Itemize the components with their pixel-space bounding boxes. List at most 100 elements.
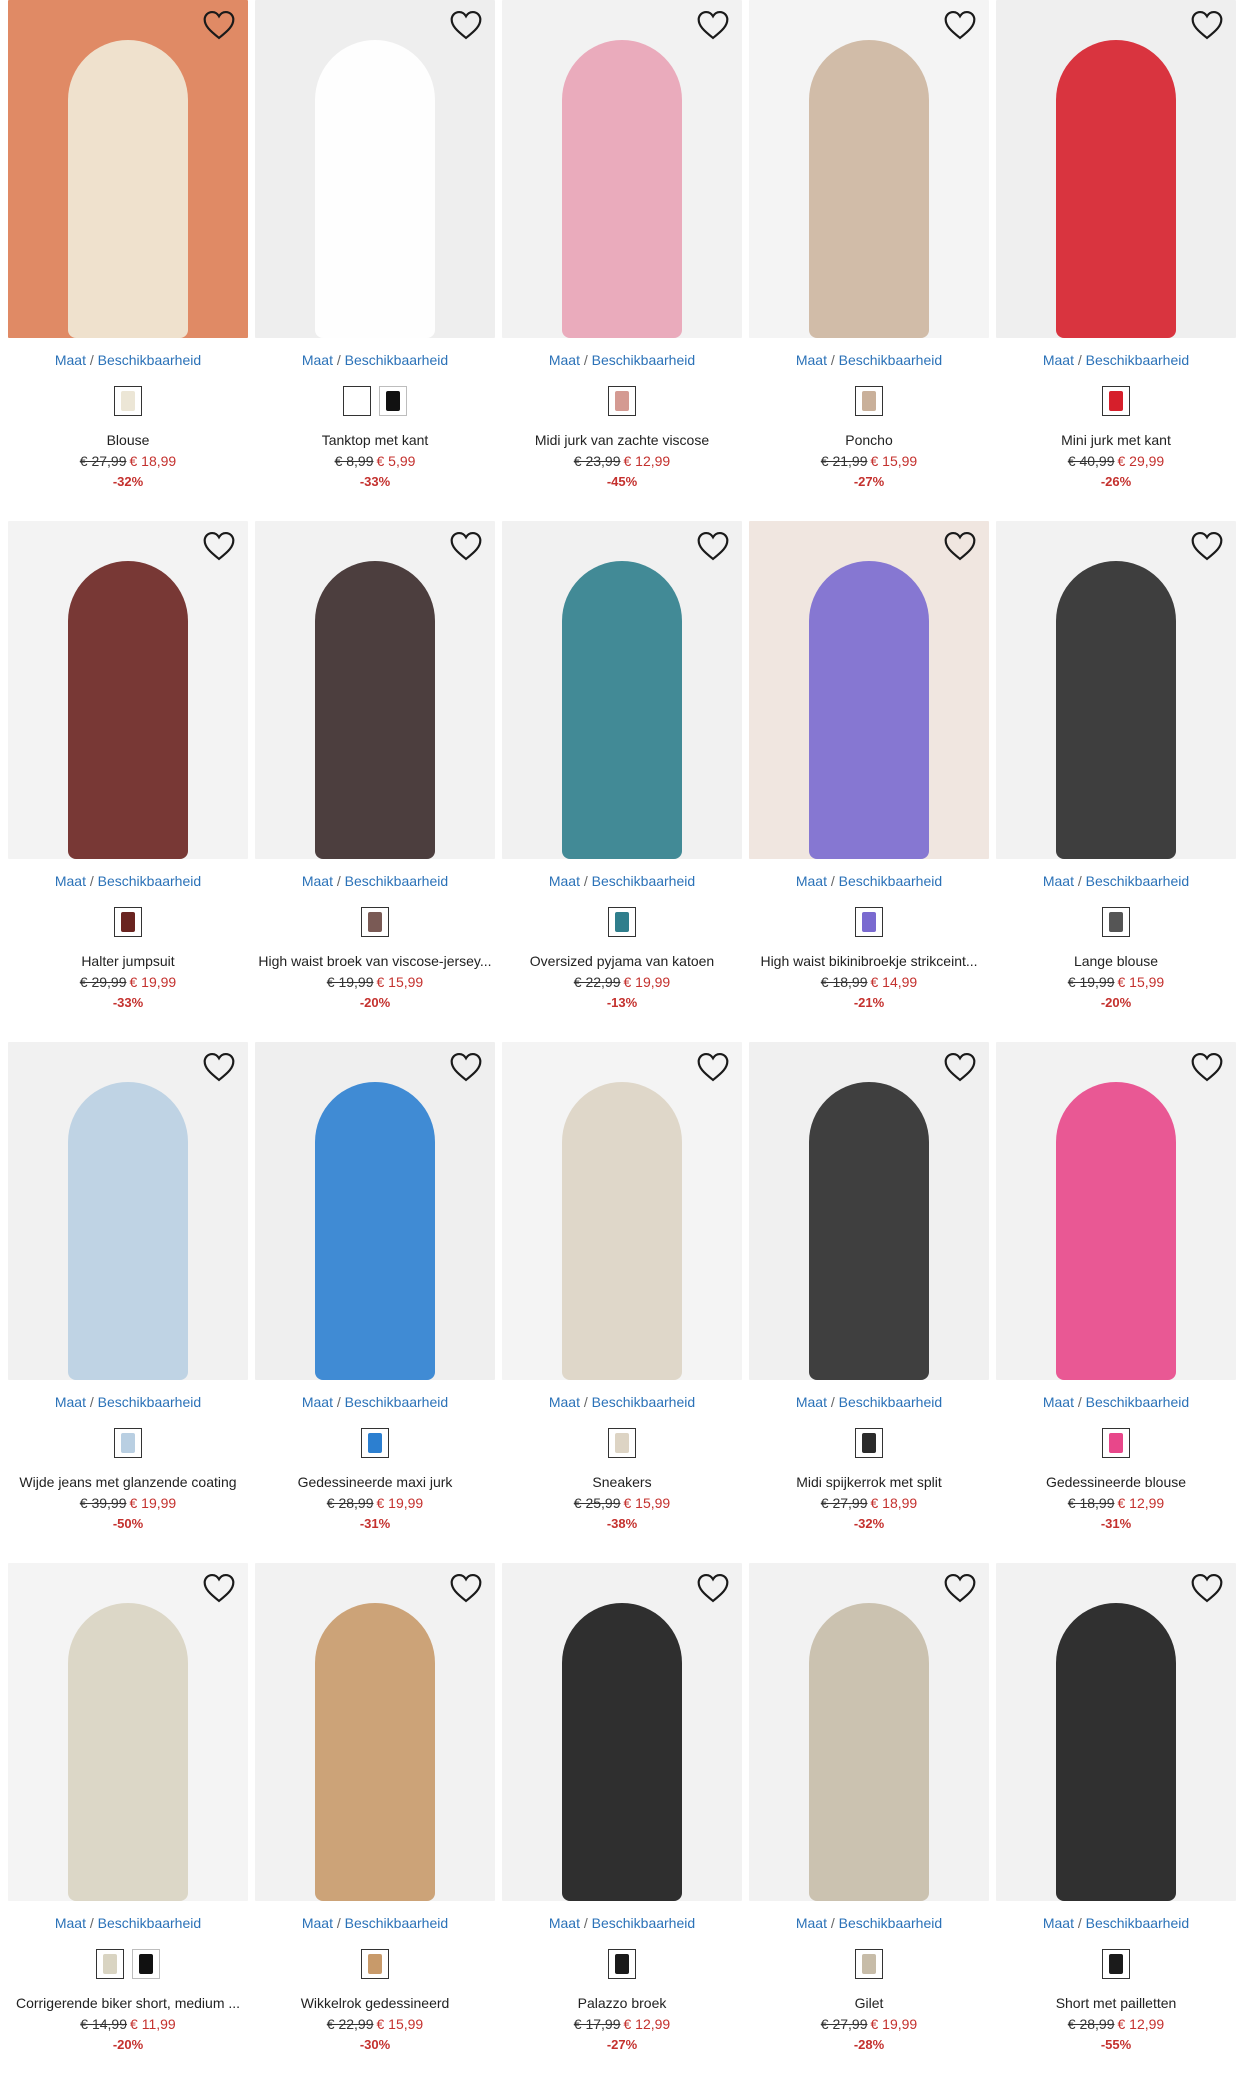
product-name[interactable]: Sneakers xyxy=(502,1474,742,1490)
size-availability-link[interactable]: Maat / Beschikbaarheid xyxy=(996,1394,1236,1410)
wishlist-heart-icon[interactable] xyxy=(449,1573,483,1603)
wishlist-heart-icon[interactable] xyxy=(449,1052,483,1082)
wishlist-heart-icon[interactable] xyxy=(202,1573,236,1603)
size-availability-link[interactable]: Maat / Beschikbaarheid xyxy=(255,352,495,368)
wishlist-heart-icon[interactable] xyxy=(943,1052,977,1082)
product-card[interactable]: Maat / Beschikbaarheid Wikkelrok gedessi… xyxy=(255,1563,495,2084)
product-card[interactable]: Maat / Beschikbaarheid Blouse € 27,99 € 1… xyxy=(8,0,248,521)
size-availability-link[interactable]: Maat / Beschikbaarheid xyxy=(502,1394,742,1410)
size-availability-link[interactable]: Maat / Beschikbaarheid xyxy=(8,352,248,368)
wishlist-heart-icon[interactable] xyxy=(1190,1052,1224,1082)
color-swatch[interactable] xyxy=(855,1949,883,1979)
product-name[interactable]: Blouse xyxy=(8,432,248,448)
product-card[interactable]: Maat / Beschikbaarheid Gedessineerde max… xyxy=(255,1042,495,1563)
product-image[interactable] xyxy=(749,1042,989,1380)
product-name[interactable]: High waist broek van viscose-jersey... xyxy=(255,953,495,969)
product-name[interactable]: Gilet xyxy=(749,1995,989,2011)
product-card[interactable]: Maat / Beschikbaarheid Gedessineerde blo… xyxy=(996,1042,1236,1563)
product-name[interactable]: Gedessineerde blouse xyxy=(996,1474,1236,1490)
product-card[interactable]: Maat / Beschikbaarheid Short met paillet… xyxy=(996,1563,1236,2084)
size-availability-link[interactable]: Maat / Beschikbaarheid xyxy=(8,1394,248,1410)
product-card[interactable]: Maat / Beschikbaarheid Palazzo broek € 1… xyxy=(502,1563,742,2084)
product-image[interactable] xyxy=(502,1563,742,1901)
product-image[interactable] xyxy=(749,1563,989,1901)
wishlist-heart-icon[interactable] xyxy=(449,531,483,561)
wishlist-heart-icon[interactable] xyxy=(1190,10,1224,40)
product-image[interactable] xyxy=(502,0,742,338)
product-image[interactable] xyxy=(255,1042,495,1380)
color-swatch[interactable] xyxy=(1102,1428,1130,1458)
product-image[interactable] xyxy=(749,521,989,859)
product-image[interactable] xyxy=(8,1042,248,1380)
wishlist-heart-icon[interactable] xyxy=(696,531,730,561)
product-card[interactable]: Maat / Beschikbaarheid Mini jurk met kan… xyxy=(996,0,1236,521)
product-name[interactable]: Poncho xyxy=(749,432,989,448)
product-name[interactable]: Oversized pyjama van katoen xyxy=(502,953,742,969)
color-swatch[interactable] xyxy=(114,1428,142,1458)
product-image[interactable] xyxy=(996,521,1236,859)
product-card[interactable]: Maat / Beschikbaarheid High waist broek … xyxy=(255,521,495,1042)
size-availability-link[interactable]: Maat / Beschikbaarheid xyxy=(502,873,742,889)
product-card[interactable]: Maat / Beschikbaarheid Oversized pyjama … xyxy=(502,521,742,1042)
product-image[interactable] xyxy=(8,521,248,859)
product-card[interactable]: Maat / Beschikbaarheid Halter jumpsuit €… xyxy=(8,521,248,1042)
product-name[interactable]: Midi jurk van zachte viscose xyxy=(502,432,742,448)
color-swatch[interactable] xyxy=(855,1428,883,1458)
size-availability-link[interactable]: Maat / Beschikbaarheid xyxy=(8,873,248,889)
product-card[interactable]: Maat / Beschikbaarheid Midi jurk van zac… xyxy=(502,0,742,521)
color-swatch[interactable] xyxy=(608,907,636,937)
color-swatch[interactable] xyxy=(608,1949,636,1979)
product-image[interactable] xyxy=(255,1563,495,1901)
product-name[interactable]: Halter jumpsuit xyxy=(8,953,248,969)
product-card[interactable]: Maat / Beschikbaarheid Midi spijkerrok m… xyxy=(749,1042,989,1563)
color-swatch[interactable] xyxy=(114,907,142,937)
product-card[interactable]: Maat / Beschikbaarheid Corrigerende bike… xyxy=(8,1563,248,2084)
product-card[interactable]: Maat / Beschikbaarheid Tanktop met kant … xyxy=(255,0,495,521)
color-swatch[interactable] xyxy=(379,386,407,416)
color-swatch[interactable] xyxy=(1102,1949,1130,1979)
size-availability-link[interactable]: Maat / Beschikbaarheid xyxy=(502,352,742,368)
size-availability-link[interactable]: Maat / Beschikbaarheid xyxy=(8,1915,248,1931)
wishlist-heart-icon[interactable] xyxy=(696,10,730,40)
product-card[interactable]: Maat / Beschikbaarheid Poncho € 21,99 € 1… xyxy=(749,0,989,521)
size-availability-link[interactable]: Maat / Beschikbaarheid xyxy=(255,873,495,889)
product-name[interactable]: Mini jurk met kant xyxy=(996,432,1236,448)
product-card[interactable]: Maat / Beschikbaarheid Gilet € 27,99 € 19… xyxy=(749,1563,989,2084)
product-image[interactable] xyxy=(8,1563,248,1901)
product-name[interactable]: Wikkelrok gedessineerd xyxy=(255,1995,495,2011)
color-swatch[interactable] xyxy=(1102,386,1130,416)
product-image[interactable] xyxy=(996,1042,1236,1380)
color-swatch[interactable] xyxy=(114,386,142,416)
color-swatch[interactable] xyxy=(855,386,883,416)
product-name[interactable]: Palazzo broek xyxy=(502,1995,742,2011)
product-card[interactable]: Maat / Beschikbaarheid Lange blouse € 19… xyxy=(996,521,1236,1042)
product-image[interactable] xyxy=(255,521,495,859)
wishlist-heart-icon[interactable] xyxy=(943,1573,977,1603)
size-availability-link[interactable]: Maat / Beschikbaarheid xyxy=(749,873,989,889)
color-swatch[interactable] xyxy=(132,1949,160,1979)
product-name[interactable]: Short met pailletten xyxy=(996,1995,1236,2011)
size-availability-link[interactable]: Maat / Beschikbaarheid xyxy=(255,1394,495,1410)
product-name[interactable]: Corrigerende biker short, medium ... xyxy=(8,1995,248,2011)
color-swatch[interactable] xyxy=(343,386,371,416)
wishlist-heart-icon[interactable] xyxy=(449,10,483,40)
product-image[interactable] xyxy=(502,1042,742,1380)
wishlist-heart-icon[interactable] xyxy=(202,10,236,40)
color-swatch[interactable] xyxy=(855,907,883,937)
wishlist-heart-icon[interactable] xyxy=(1190,1573,1224,1603)
size-availability-link[interactable]: Maat / Beschikbaarheid xyxy=(996,1915,1236,1931)
size-availability-link[interactable]: Maat / Beschikbaarheid xyxy=(996,352,1236,368)
product-name[interactable]: Midi spijkerrok met split xyxy=(749,1474,989,1490)
wishlist-heart-icon[interactable] xyxy=(202,1052,236,1082)
product-image[interactable] xyxy=(996,0,1236,338)
product-name[interactable]: Gedessineerde maxi jurk xyxy=(255,1474,495,1490)
color-swatch[interactable] xyxy=(608,1428,636,1458)
size-availability-link[interactable]: Maat / Beschikbaarheid xyxy=(996,873,1236,889)
color-swatch[interactable] xyxy=(608,386,636,416)
wishlist-heart-icon[interactable] xyxy=(696,1573,730,1603)
wishlist-heart-icon[interactable] xyxy=(943,531,977,561)
color-swatch[interactable] xyxy=(361,907,389,937)
product-name[interactable]: High waist bikinibroekje strikceint... xyxy=(749,953,989,969)
size-availability-link[interactable]: Maat / Beschikbaarheid xyxy=(255,1915,495,1931)
wishlist-heart-icon[interactable] xyxy=(202,531,236,561)
